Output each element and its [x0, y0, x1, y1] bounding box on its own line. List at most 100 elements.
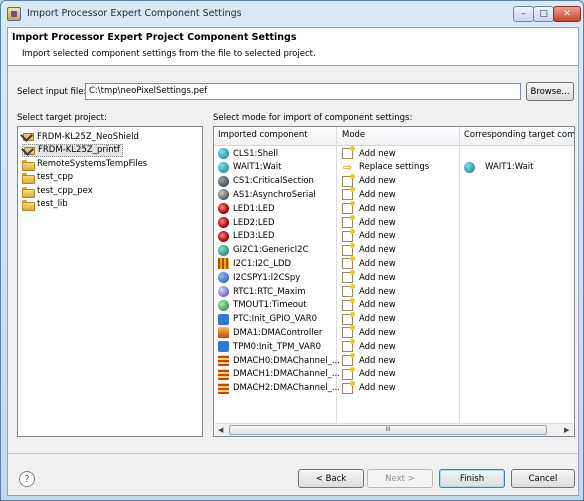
component-cell: DMA1:DMAController [218, 327, 323, 339]
table-row[interactable]: DMACH2:DMAChannel_... Add new [214, 380, 574, 396]
component-cell: WAIT1:Wait [218, 161, 282, 173]
mode-cell[interactable]: Add new [342, 187, 396, 201]
project-item[interactable]: test_cpp [22, 171, 73, 184]
maximize-button[interactable]: □ [533, 6, 554, 22]
mode-cell[interactable]: ⇨ Replace settings [342, 162, 429, 173]
project-item[interactable]: RemoteSystemsTempFiles [22, 157, 147, 171]
scrollbar-thumb[interactable]: III [229, 425, 547, 435]
mode-cell[interactable]: Add new [342, 173, 396, 187]
input-file-field[interactable]: C:\tmp\neoPixelSettings.pef [85, 83, 521, 100]
component-name: GI2C1:GenericI2C [233, 245, 309, 256]
mode-cell[interactable]: Add new [342, 380, 396, 394]
table-row[interactable]: LED1:LED Add new [214, 201, 574, 216]
add-new-icon [342, 242, 355, 256]
mode-cell[interactable]: Add new [342, 215, 396, 228]
add-new-icon [342, 339, 355, 353]
table-row[interactable]: PTC:Init_GPIO_VAR0 Add new [214, 311, 574, 327]
component-settings-table[interactable]: Imported component Mode Corresponding ta… [213, 126, 575, 437]
table-row[interactable]: LED3:LED Add new [214, 228, 574, 244]
table-row[interactable]: TPM0:Init_TPM_VAR0 Add new [214, 339, 574, 354]
mode-cell[interactable]: Add new [342, 270, 396, 284]
project-item[interactable]: FRDM-KL25Z_printf [22, 143, 123, 157]
component-crit-icon [218, 175, 229, 187]
title-bar[interactable]: Import Processor Expert Component Settin… [1, 1, 583, 27]
table-row[interactable]: CS1:CriticalSection Add new [214, 173, 574, 189]
component-cell: I2CSPY1:I2CSpy [218, 272, 301, 284]
mode-cell[interactable]: Add new [342, 339, 396, 353]
target-project-list[interactable]: FRDM-KL25Z_NeoShield FRDM-KL25Z_printf Rem… [17, 126, 203, 437]
mode-cell[interactable]: Add new [342, 146, 396, 159]
target-component-cell: WAIT1:Wait [464, 161, 534, 173]
minimize-button[interactable]: – [513, 6, 534, 22]
scroll-left-arrow-icon[interactable]: ◀ [218, 426, 223, 434]
table-row[interactable]: TMOUT1:Timeout Add new [214, 297, 574, 313]
table-row[interactable]: LED2:LED Add new [214, 215, 574, 230]
component-name: DMA1:DMAController [233, 327, 323, 338]
column-header-imported-component[interactable]: Imported component [218, 130, 308, 140]
component-cell: CLS1:Shell [218, 148, 278, 159]
table-row[interactable]: DMACH1:DMAChannel_... Add new [214, 366, 574, 382]
mode-value: Add new [359, 148, 396, 159]
cancel-button[interactable]: Cancel [511, 469, 575, 488]
mode-cell[interactable]: Add new [342, 256, 396, 270]
column-header-mode[interactable]: Mode [342, 130, 365, 140]
mode-cell[interactable]: Add new [342, 297, 396, 311]
table-row[interactable]: GI2C1:GenericI2C Add new [214, 242, 574, 258]
mode-value: Add new [359, 383, 396, 394]
mode-cell[interactable]: Add new [342, 353, 396, 366]
component-led-icon [218, 217, 229, 228]
component-rtc-icon [218, 286, 229, 297]
project-item[interactable]: test_lib [22, 198, 68, 211]
component-cell: TMOUT1:Timeout [218, 299, 307, 311]
add-new-icon [342, 325, 355, 339]
component-serial-icon [218, 189, 229, 201]
table-row[interactable]: WAIT1:Wait ⇨ Replace settings WAIT1:Wait [214, 161, 574, 175]
mode-cell[interactable]: Add new [342, 311, 396, 325]
component-cell: PTC:Init_GPIO_VAR0 [218, 313, 318, 325]
component-cell: LED1:LED [218, 203, 275, 215]
back-button[interactable]: < Back [298, 469, 364, 488]
project-item[interactable]: FRDM-KL25Z_NeoShield [22, 130, 139, 143]
add-new-icon [342, 297, 355, 311]
project-item-label: FRDM-KL25Z_printf [38, 145, 120, 155]
component-cell: CS1:CriticalSection [218, 175, 314, 187]
column-header-target-component[interactable]: Corresponding target compo [464, 130, 574, 140]
table-row[interactable]: CLS1:Shell Add new [214, 146, 574, 161]
horizontal-scrollbar[interactable]: ◀ III ▶ [215, 423, 573, 436]
component-i2c-icon [218, 244, 229, 256]
component-tmout-icon [218, 299, 229, 311]
component-name: DMACH0:DMAChannel_... [233, 355, 340, 366]
mode-value: Add new [359, 203, 396, 214]
browse-button[interactable]: Browse... [526, 82, 574, 101]
table-row[interactable]: DMACH0:DMAChannel_... Add new [214, 353, 574, 368]
table-row[interactable]: AS1:AsynchroSerial Add new [214, 187, 574, 202]
component-dmach-icon [218, 355, 229, 366]
mode-cell[interactable]: Add new [342, 201, 396, 215]
component-shell-icon [218, 148, 229, 159]
help-icon[interactable]: ? [19, 471, 35, 487]
mode-cell[interactable]: Add new [342, 325, 396, 339]
mode-cell[interactable]: Add new [342, 242, 396, 256]
close-button[interactable]: ✕ [553, 6, 581, 22]
component-name: PTC:Init_GPIO_VAR0 [233, 314, 318, 325]
add-new-icon [342, 146, 355, 159]
project-item[interactable]: test_cpp_pex [22, 184, 93, 198]
component-ldd-icon [218, 258, 229, 270]
scroll-right-arrow-icon[interactable]: ▶ [564, 426, 569, 434]
target-project-label: Select target project: [17, 113, 107, 123]
table-row[interactable]: I2C1:I2C_LDD Add new [214, 256, 574, 271]
mode-cell[interactable]: Add new [342, 284, 396, 297]
project-icon [23, 145, 35, 156]
add-new-icon [342, 311, 355, 325]
mode-value: Add new [359, 300, 396, 311]
table-row[interactable]: RTC1:RTC_Maxim Add new [214, 284, 574, 299]
banner-subtitle: Import selected component settings from … [22, 49, 316, 59]
add-new-icon [342, 173, 355, 187]
component-name: I2CSPY1:I2CSpy [233, 272, 301, 283]
mode-cell[interactable]: Add new [342, 228, 396, 242]
finish-button[interactable]: Finish [439, 469, 505, 488]
table-row[interactable]: DMA1:DMAController Add new [214, 325, 574, 340]
mode-cell[interactable]: Add new [342, 366, 396, 380]
component-wait-icon [218, 161, 229, 173]
table-row[interactable]: I2CSPY1:I2CSpy Add new [214, 270, 574, 285]
